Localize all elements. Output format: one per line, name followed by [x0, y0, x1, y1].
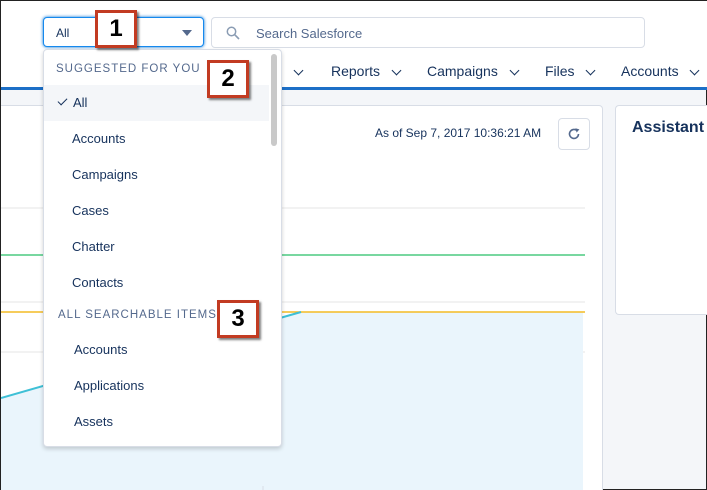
scope-option-label: Assets: [74, 414, 114, 429]
callout-3: 3: [217, 300, 259, 338]
global-search-input[interactable]: Search Salesforce: [211, 17, 645, 48]
scope-option-label: All: [73, 95, 88, 110]
refresh-button[interactable]: [558, 118, 590, 150]
last-refreshed-timestamp: As of Sep 7, 2017 10:36:21 AM: [375, 126, 542, 140]
scope-option-label: Cases: [72, 203, 109, 218]
assistant-title: Assistant: [632, 119, 705, 136]
caret-down-icon: [182, 30, 192, 36]
chevron-down-icon[interactable]: [585, 65, 596, 76]
nav-item-files[interactable]: Files: [545, 63, 575, 79]
scope-option-chatter[interactable]: Chatter: [44, 229, 269, 265]
scope-option-label: Campaigns: [72, 167, 138, 182]
scope-option-assets[interactable]: Assets: [44, 404, 269, 440]
assistant-panel: Assistant: [615, 105, 707, 315]
search-scope-value: All: [56, 26, 70, 40]
scope-option-label: Contacts: [72, 275, 124, 290]
section-header-all-searchable: ALL SEARCHABLE ITEMS: [58, 309, 217, 321]
nav-item-reports[interactable]: Reports: [331, 63, 380, 79]
chevron-down-icon[interactable]: [689, 65, 700, 76]
scope-option-label: Applications: [74, 378, 145, 393]
scope-option-label: Accounts: [72, 131, 126, 146]
nav-item-campaigns[interactable]: Campaigns: [427, 63, 498, 79]
callout-2: 2: [207, 60, 249, 98]
callout-1: 1: [95, 10, 137, 48]
scope-option-contacts[interactable]: Contacts: [44, 265, 269, 301]
scope-option-label: Accounts: [74, 342, 128, 357]
chevron-down-icon[interactable]: [509, 65, 520, 76]
chevron-down-icon[interactable]: [293, 65, 304, 76]
checkmark-icon: [57, 95, 68, 106]
search-scope-dropdown: SUGGESTED FOR YOU All Accounts Campaigns…: [43, 49, 282, 447]
search-placeholder: Search Salesforce: [256, 26, 363, 41]
chevron-down-icon[interactable]: [391, 65, 402, 76]
section-header-suggested: SUGGESTED FOR YOU: [56, 63, 201, 75]
scope-option-campaigns[interactable]: Campaigns: [44, 157, 269, 193]
scope-option-cases[interactable]: Cases: [44, 193, 269, 229]
search-icon: [226, 26, 240, 40]
scope-option-applications[interactable]: Applications: [44, 368, 269, 404]
refresh-icon: [568, 128, 580, 140]
scope-option-label: Chatter: [72, 239, 115, 254]
nav-item-accounts[interactable]: Accounts: [621, 63, 679, 79]
dropdown-scrollbar[interactable]: [271, 54, 277, 146]
scope-option-accounts[interactable]: Accounts: [44, 121, 269, 157]
